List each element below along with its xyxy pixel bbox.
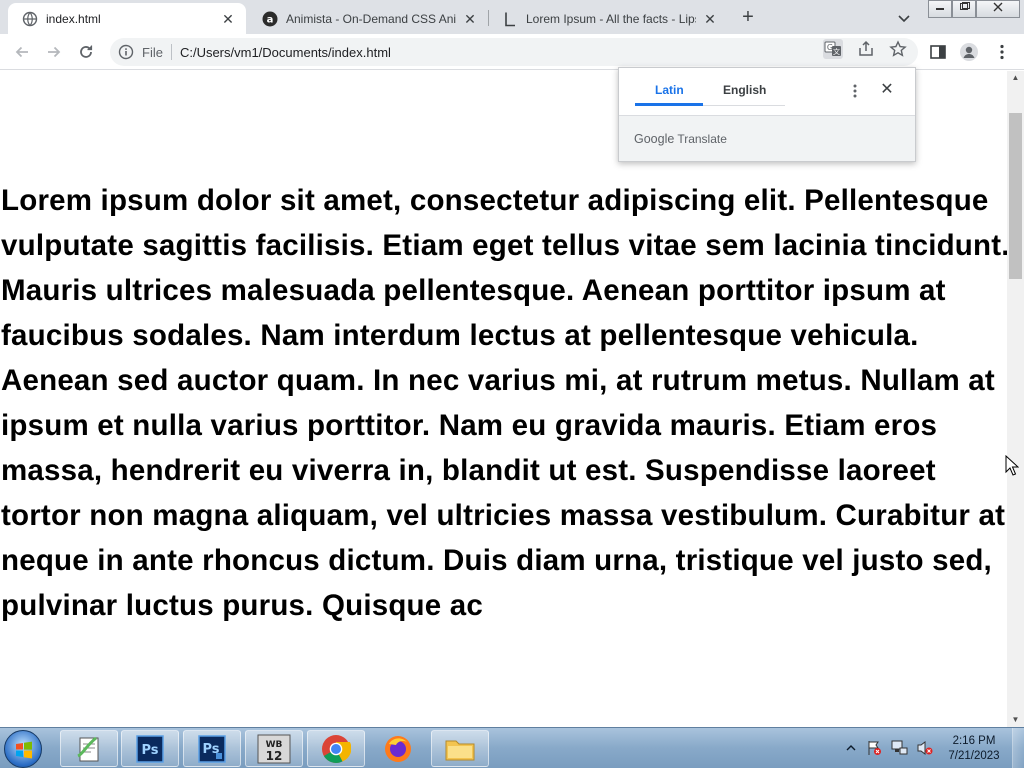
svg-text:12: 12 bbox=[266, 749, 283, 763]
google-brand: Google bbox=[634, 131, 675, 146]
kebab-menu-icon[interactable] bbox=[992, 42, 1012, 62]
tab-animista[interactable]: a Animista - On-Demand CSS Anim ✕ bbox=[248, 3, 488, 34]
lipsum-icon bbox=[502, 11, 518, 27]
share-icon[interactable] bbox=[856, 39, 876, 59]
firefox-icon bbox=[385, 735, 411, 762]
translate-bubble: Latin English ✕ Google Translate bbox=[618, 67, 916, 162]
taskbar-photoshop-2[interactable]: Ps bbox=[183, 730, 241, 767]
omnibox-divider bbox=[170, 44, 172, 60]
browser-toolbar: File C:/Users/vm1/Documents/index.html G… bbox=[0, 34, 1024, 70]
translate-options-menu-icon[interactable] bbox=[847, 82, 863, 100]
url-text[interactable]: C:/Users/vm1/Documents/index.html bbox=[180, 45, 391, 60]
scroll-down-arrow-icon[interactable]: ▼ bbox=[1007, 713, 1024, 727]
side-panel-icon[interactable] bbox=[928, 42, 948, 62]
taskbar-photoshop-1[interactable]: Ps bbox=[121, 730, 179, 767]
maximize-button[interactable] bbox=[952, 0, 976, 18]
back-arrow-icon bbox=[15, 46, 28, 58]
vertical-scrollbar[interactable]: ▲ ▼ bbox=[1007, 71, 1024, 727]
translate-close-icon[interactable]: ✕ bbox=[878, 81, 896, 99]
clock-time: 2:16 PM bbox=[952, 735, 996, 747]
animista-icon: a bbox=[262, 11, 278, 27]
bookmark-star-icon[interactable] bbox=[888, 39, 908, 59]
minimize-button[interactable] bbox=[928, 0, 952, 18]
explorer-icon bbox=[445, 740, 475, 760]
scroll-up-arrow-icon[interactable]: ▲ bbox=[1007, 71, 1024, 85]
translate-tab-target[interactable]: English bbox=[723, 83, 766, 97]
volume-muted-icon bbox=[917, 741, 933, 755]
mouse-cursor-icon bbox=[1005, 454, 1020, 476]
translate-tab-source[interactable]: Latin bbox=[655, 83, 684, 97]
action-center-flag-icon bbox=[868, 741, 881, 755]
tab-title: Animista - On-Demand CSS Anim bbox=[286, 11, 456, 26]
url-scheme-label: File bbox=[142, 44, 163, 60]
taskbar-explorer[interactable] bbox=[431, 730, 489, 767]
tray-expand-icon bbox=[846, 745, 856, 751]
globe-icon bbox=[22, 11, 38, 27]
tab-close-icon[interactable]: ✕ bbox=[462, 11, 478, 27]
wb12-icon: WB12 bbox=[257, 734, 291, 763]
profile-avatar-icon[interactable] bbox=[959, 42, 979, 62]
translate-icon[interactable]: G文 bbox=[823, 39, 843, 59]
photoshop-icon: Ps bbox=[136, 734, 164, 763]
svg-text:文: 文 bbox=[833, 47, 840, 56]
tab-title: index.html bbox=[46, 11, 101, 26]
system-tray bbox=[842, 728, 952, 769]
start-button[interactable] bbox=[4, 730, 42, 768]
close-window-button[interactable] bbox=[976, 0, 1020, 18]
reload-icon bbox=[80, 45, 93, 58]
taskbar-chrome[interactable] bbox=[307, 730, 365, 767]
taskbar-firefox[interactable] bbox=[369, 730, 427, 767]
windows-logo-icon bbox=[16, 741, 32, 759]
tab-search-chevron-icon[interactable] bbox=[894, 8, 914, 28]
tab-title: Lorem Ipsum - All the facts - Lips bbox=[526, 11, 696, 26]
taskbar-wb12[interactable]: WB 12 bbox=[245, 730, 303, 767]
translate-footer: Google Translate bbox=[619, 115, 915, 161]
new-tab-button[interactable]: + bbox=[736, 6, 760, 30]
page-viewport: Lorem ipsum dolor sit amet, consectetur … bbox=[0, 71, 1007, 727]
tab-strip: index.html ✕ a Animista - On-Demand CSS … bbox=[0, 0, 1024, 34]
notepad-plus-icon bbox=[77, 736, 99, 761]
tab-close-icon[interactable]: ✕ bbox=[220, 11, 236, 27]
photoshop-icon: Ps bbox=[198, 734, 226, 763]
forward-arrow-icon bbox=[48, 46, 61, 58]
scrollbar-thumb[interactable] bbox=[1009, 113, 1022, 279]
clock-date: 7/21/2023 bbox=[948, 750, 1000, 762]
translate-active-tab-indicator bbox=[635, 103, 703, 106]
svg-text:Ps: Ps bbox=[141, 743, 158, 758]
tab-lipsum[interactable]: Lorem Ipsum - All the facts - Lips ✕ bbox=[488, 3, 728, 34]
address-bar[interactable]: File C:/Users/vm1/Documents/index.html bbox=[110, 38, 918, 66]
svg-text:a: a bbox=[267, 14, 274, 25]
chrome-icon bbox=[322, 734, 351, 763]
tab-index-html[interactable]: index.html ✕ bbox=[8, 3, 246, 34]
translate-brand: Translate bbox=[677, 131, 727, 146]
forward-button[interactable] bbox=[42, 40, 66, 64]
back-button[interactable] bbox=[10, 40, 34, 64]
lorem-paragraph: Lorem ipsum dolor sit amet, consectetur … bbox=[1, 184, 1007, 622]
show-desktop-button[interactable] bbox=[1012, 728, 1024, 769]
windows-taskbar: Ps Ps WB 12 2:16 PM 7/21/2023 bbox=[0, 727, 1024, 769]
info-icon[interactable] bbox=[118, 44, 134, 60]
network-icon bbox=[891, 740, 908, 755]
tab-close-icon[interactable]: ✕ bbox=[702, 11, 718, 27]
taskbar-clock[interactable]: 2:16 PM 7/21/2023 bbox=[938, 734, 1010, 764]
taskbar-notepad-plus[interactable] bbox=[60, 730, 118, 767]
reload-button[interactable] bbox=[74, 40, 98, 64]
